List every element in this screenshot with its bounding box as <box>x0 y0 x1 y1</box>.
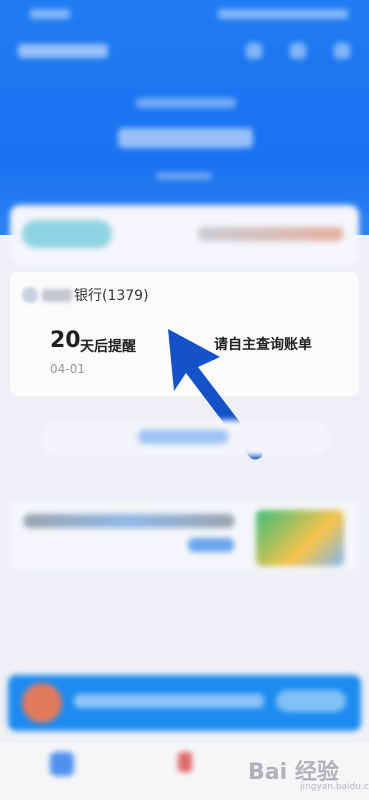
promo-title <box>24 514 234 528</box>
app-header <box>0 0 369 235</box>
tab-second-icon[interactable] <box>178 752 192 772</box>
header-subtitle <box>136 98 236 108</box>
promo-image <box>256 510 344 566</box>
header-caption <box>156 172 212 180</box>
header-icon-3[interactable] <box>334 43 350 59</box>
banner-text <box>74 694 264 708</box>
status-bar <box>0 0 369 28</box>
top-card-tag[interactable] <box>22 220 112 248</box>
header-icon-1[interactable] <box>246 43 262 59</box>
bank-name: 银行(1379) <box>74 288 149 304</box>
header-amount <box>118 128 253 148</box>
bank-logo-icon <box>22 287 38 303</box>
due-date: 04-01 <box>50 362 85 376</box>
bank-name-blurred <box>42 289 72 302</box>
banner-button[interactable] <box>276 690 346 712</box>
header-title <box>18 44 108 58</box>
banner-avatar <box>22 683 62 723</box>
days-label: 天后提醒 <box>80 339 136 355</box>
promo-button[interactable] <box>188 538 234 552</box>
header-icon-2[interactable] <box>290 43 306 59</box>
tab-home-icon[interactable] <box>50 752 74 776</box>
card-action-label <box>138 430 228 444</box>
top-card-info <box>198 227 343 241</box>
days-number: 20 <box>50 328 81 353</box>
watermark-url: jingyan.baidu.com <box>300 782 369 792</box>
